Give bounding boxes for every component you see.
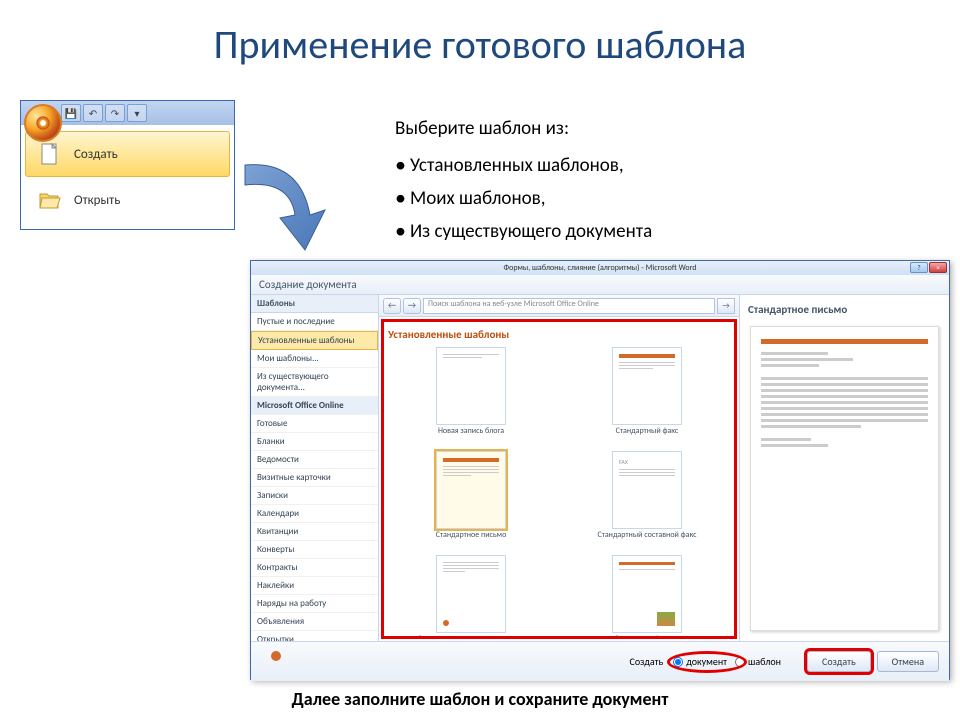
office-button[interactable] xyxy=(24,104,62,142)
sidebar-heading: Шаблоны xyxy=(251,295,378,313)
sidebar-item[interactable]: Конверты xyxy=(251,541,378,559)
radio-template[interactable]: шаблон xyxy=(735,655,781,668)
new-document-icon xyxy=(36,140,64,168)
template-item[interactable]: Стандартный отчет xyxy=(564,555,730,639)
new-document-dialog: Формы, шаблоны, слияние (алгоритмы) - Mi… xyxy=(250,260,950,680)
dialog-titlebar: Формы, шаблоны, слияние (алгоритмы) - Mi… xyxy=(251,261,949,275)
menu-item-open[interactable]: Открыть xyxy=(25,177,230,223)
footer-radios: документ шаблон xyxy=(673,655,781,668)
sidebar-item[interactable]: Контракты xyxy=(251,559,378,577)
create-button[interactable]: Создать xyxy=(807,651,871,672)
templates-panel: Установленные шаблоны Новая запись блога… xyxy=(381,319,737,639)
template-label: Стандартный составной факс xyxy=(597,531,696,549)
sidebar-item-online[interactable]: Microsoft Office Online xyxy=(251,397,378,415)
sidebar-item[interactable]: Квитанции xyxy=(251,523,378,541)
preview-panel: Стандартное письмо xyxy=(739,295,949,641)
dialog-sidebar: Шаблоны Пустые и последние Установленные… xyxy=(251,295,379,641)
go-button[interactable]: → xyxy=(717,298,735,314)
section-title: Установленные шаблоны xyxy=(388,326,730,347)
sidebar-item[interactable]: Записки xyxy=(251,487,378,505)
menu-item-label: Создать xyxy=(74,147,118,162)
sidebar-item[interactable]: Объявления xyxy=(251,613,378,631)
sidebar-item[interactable]: Из существующего документа... xyxy=(251,368,378,397)
footer-label: Создать xyxy=(630,655,664,668)
instruction-item: Моих шаблонов, xyxy=(395,181,652,214)
sidebar-item[interactable]: Бланки xyxy=(251,433,378,451)
sidebar-item[interactable]: Пустые и последние xyxy=(251,313,378,331)
sidebar-item[interactable]: Ведомости xyxy=(251,451,378,469)
arrow-icon xyxy=(230,150,350,270)
menu-item-label: Открыть xyxy=(74,193,120,208)
sidebar-item-installed[interactable]: Установленные шаблоны xyxy=(251,331,378,350)
dialog-main: ← → Поиск шаблона на веб-узле Microsoft … xyxy=(379,295,739,641)
dialog-footer: Создать документ шаблон Создать Отмена xyxy=(251,641,949,681)
template-item-selected[interactable]: Стандартное письмо xyxy=(388,451,554,549)
open-folder-icon xyxy=(36,186,64,214)
qat-dropdown-icon[interactable]: ▾ xyxy=(127,104,147,122)
forward-button[interactable]: → xyxy=(403,298,421,314)
save-icon[interactable]: 💾 xyxy=(61,104,81,122)
radio-document[interactable]: документ xyxy=(673,655,727,668)
sidebar-item[interactable]: Календари xyxy=(251,505,378,523)
close-button[interactable]: × xyxy=(929,262,947,273)
menu-item-create[interactable]: Создать xyxy=(25,131,230,177)
cancel-button[interactable]: Отмена xyxy=(877,651,939,672)
preview-document xyxy=(750,326,939,631)
instruction-item: Из существующего документа xyxy=(395,214,652,247)
app-title: Формы, шаблоны, слияние (алгоритмы) - Mi… xyxy=(504,263,697,273)
template-label: Стандартный факс xyxy=(616,427,679,445)
template-item[interactable]: FAXСтандартный составной факс xyxy=(564,451,730,549)
office-menu: 💾 ↶ ↷ ▾ Создать Открыть xyxy=(20,100,235,230)
template-label: Новая запись блога xyxy=(438,427,504,445)
instructions: Выберите шаблон из: Установленных шаблон… xyxy=(395,115,652,247)
template-label: Стандартное письмо xyxy=(436,531,507,549)
sidebar-item[interactable]: Мои шаблоны... xyxy=(251,350,378,368)
search-input[interactable]: Поиск шаблона на веб-узле Microsoft Offi… xyxy=(423,298,715,314)
instruction-item: Установленных шаблонов, xyxy=(395,148,652,181)
template-label: Стандартный отчет xyxy=(615,635,680,639)
dialog-header: Создание документа xyxy=(251,275,949,295)
instructions-heading: Выберите шаблон из: xyxy=(395,115,652,144)
sidebar-item[interactable]: Наряды на работу xyxy=(251,595,378,613)
help-button[interactable]: ? xyxy=(910,262,928,273)
preview-title: Стандартное письмо xyxy=(744,299,945,320)
sidebar-item[interactable]: Наклейки xyxy=(251,577,378,595)
template-item[interactable]: Новая запись блога xyxy=(388,347,554,445)
slide-title: Применение готового шаблона xyxy=(0,0,960,89)
template-label: Стандартное составное письмо xyxy=(418,635,525,639)
undo-icon[interactable]: ↶ xyxy=(83,104,103,122)
redo-icon[interactable]: ↷ xyxy=(105,104,125,122)
template-item[interactable]: Стандартное составное письмо xyxy=(388,555,554,639)
sidebar-item[interactable]: Готовые xyxy=(251,415,378,433)
sidebar-item[interactable]: Открытки xyxy=(251,631,378,641)
office-menu-body: Создать Открыть xyxy=(21,125,234,229)
bottom-instruction: Далее заполните шаблон и сохраните докум… xyxy=(0,688,960,710)
template-item[interactable]: Стандартный факс xyxy=(564,347,730,445)
back-button[interactable]: ← xyxy=(383,298,401,314)
dialog-toolbar: ← → Поиск шаблона на веб-узле Microsoft … xyxy=(379,295,739,317)
sidebar-item[interactable]: Визитные карточки xyxy=(251,469,378,487)
